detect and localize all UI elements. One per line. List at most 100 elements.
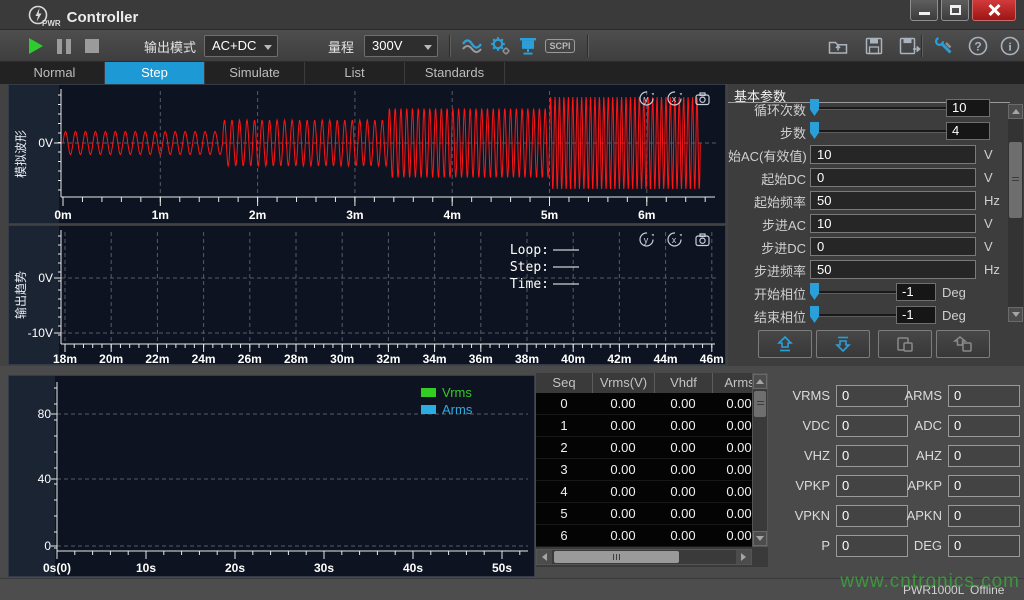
maximize-button[interactable]: [941, 0, 969, 21]
param-value[interactable]: 4: [946, 122, 990, 140]
table-cell: 4: [536, 481, 592, 502]
stop-button[interactable]: [78, 32, 106, 60]
param-label: 始AC(有效值): [728, 146, 806, 165]
param-input[interactable]: 10: [810, 145, 976, 164]
param-input[interactable]: 50: [810, 191, 976, 210]
scrollbar-thumb[interactable]: [754, 391, 766, 417]
param-input[interactable]: 50: [810, 260, 976, 279]
table-horizontal-scrollbar[interactable]: [536, 549, 752, 565]
table-row[interactable]: 50.000.000.00: [536, 503, 752, 525]
param-row: 结束相位 -1 Deg: [728, 305, 1008, 325]
table-row[interactable]: 00.000.000.00: [536, 393, 752, 415]
svg-text:6m: 6m: [638, 208, 655, 222]
scroll-left-button[interactable]: [537, 550, 552, 564]
pause-button[interactable]: [50, 32, 78, 60]
column-header[interactable]: Arms: [712, 373, 752, 393]
param-row: 起始DC0 V: [728, 167, 1008, 187]
move-up-button[interactable]: [758, 330, 812, 358]
column-header[interactable]: Seq: [536, 373, 592, 393]
x-autoscale-icon[interactable]: x: [666, 231, 683, 248]
param-slider-track[interactable]: [812, 291, 896, 294]
scroll-down-button[interactable]: [1008, 307, 1023, 322]
param-value[interactable]: 10: [946, 99, 990, 117]
svg-text:40: 40: [38, 472, 52, 486]
range-select[interactable]: 300V: [364, 35, 438, 57]
param-slider-track[interactable]: [812, 314, 896, 317]
snapshot-icon[interactable]: [694, 90, 711, 107]
param-input[interactable]: 0: [810, 168, 976, 187]
table-row[interactable]: 60.000.000.00: [536, 525, 752, 547]
svg-text:34m: 34m: [423, 352, 447, 364]
param-slider-handle[interactable]: [810, 306, 819, 323]
load-list-button[interactable]: [936, 330, 990, 358]
table-row[interactable]: 30.000.000.00: [536, 459, 752, 481]
param-unit: Hz: [984, 193, 1000, 208]
save-list-button[interactable]: [878, 330, 932, 358]
measurement-row: VPKP 0 APKP 0: [770, 475, 1024, 497]
svg-text:输出趋势: 输出趋势: [13, 271, 28, 319]
column-header[interactable]: Vrms(V): [592, 373, 654, 393]
tab-list[interactable]: List: [305, 62, 405, 84]
param-input[interactable]: 10: [810, 214, 976, 233]
x-autoscale-icon[interactable]: x: [666, 90, 683, 107]
param-label: 步数: [728, 123, 806, 142]
table-vertical-scrollbar[interactable]: [752, 373, 768, 547]
scroll-up-button[interactable]: [753, 374, 767, 389]
save-button[interactable]: [860, 32, 888, 60]
param-value[interactable]: -1: [896, 283, 936, 301]
scroll-down-button[interactable]: [753, 531, 767, 546]
help-button[interactable]: ?: [964, 32, 992, 60]
measurement-row: VPKN 0 APKN 0: [770, 505, 1024, 527]
table-cell: 0.00: [712, 481, 752, 502]
measurement-label: ADC: [880, 418, 942, 433]
table-cell: 0.00: [712, 437, 752, 458]
waveform-button[interactable]: [458, 32, 486, 60]
measurement-label: ARMS: [880, 388, 942, 403]
info-button[interactable]: i: [996, 32, 1024, 60]
table-row[interactable]: 40.000.000.00: [536, 481, 752, 503]
y-autoscale-icon[interactable]: y: [638, 90, 655, 107]
table-cell: 0.00: [654, 459, 712, 480]
param-value[interactable]: -1: [896, 306, 936, 324]
column-header[interactable]: Vhdf: [654, 373, 712, 393]
y-autoscale-icon[interactable]: y: [638, 231, 655, 248]
param-row: 循环次数 10: [728, 98, 1008, 118]
scrollbar-thumb[interactable]: [554, 551, 679, 563]
param-slider-track[interactable]: [812, 130, 946, 133]
svg-text:24m: 24m: [192, 352, 216, 364]
param-input[interactable]: 0: [810, 237, 976, 256]
svg-text:38m: 38m: [515, 352, 539, 364]
scpi-button[interactable]: SCPI: [542, 32, 578, 60]
scroll-right-button[interactable]: [736, 550, 751, 564]
param-slider-handle[interactable]: [810, 122, 819, 139]
tab-simulate[interactable]: Simulate: [205, 62, 305, 84]
tools-button[interactable]: [930, 32, 958, 60]
params-scrollbar[interactable]: [1008, 104, 1023, 322]
param-slider-track[interactable]: [812, 107, 946, 110]
move-down-button[interactable]: [816, 330, 870, 358]
minimize-button[interactable]: [910, 0, 938, 21]
output-mode-select[interactable]: AC+DC: [204, 35, 278, 57]
tab-step[interactable]: Step: [105, 62, 205, 84]
table-row[interactable]: 10.000.000.00: [536, 415, 752, 437]
param-slider-handle[interactable]: [810, 283, 819, 300]
table-row[interactable]: 20.000.000.00: [536, 437, 752, 459]
remote-display-button[interactable]: [514, 32, 542, 60]
save-as-button[interactable]: [896, 32, 924, 60]
table-cell: 1: [536, 415, 592, 436]
measurement-label: P: [770, 538, 830, 553]
close-button[interactable]: [972, 0, 1016, 21]
svg-text:模拟波形: 模拟波形: [14, 130, 28, 178]
svg-text:y: y: [644, 235, 649, 245]
tab-normal[interactable]: Normal: [5, 62, 105, 84]
param-row: 步数 4: [728, 121, 1008, 141]
folder-open-button[interactable]: [824, 32, 852, 60]
settings-button[interactable]: [486, 32, 514, 60]
svg-text:30m: 30m: [330, 352, 354, 364]
snapshot-icon[interactable]: [694, 231, 711, 248]
scrollbar-thumb[interactable]: [1009, 142, 1022, 218]
run-button[interactable]: [22, 32, 50, 60]
tab-standards[interactable]: Standards: [405, 62, 505, 84]
scroll-up-button[interactable]: [1008, 104, 1023, 119]
param-slider-handle[interactable]: [810, 99, 819, 116]
